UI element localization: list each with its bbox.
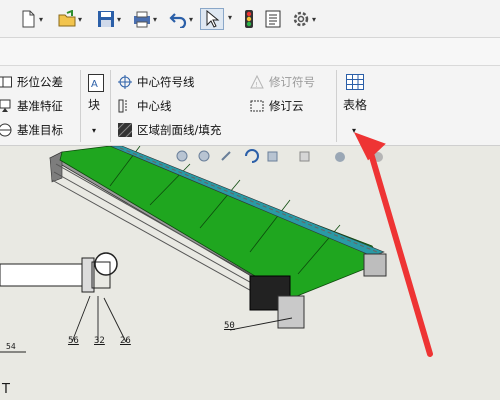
red-pointer-arrow bbox=[353, 132, 433, 357]
